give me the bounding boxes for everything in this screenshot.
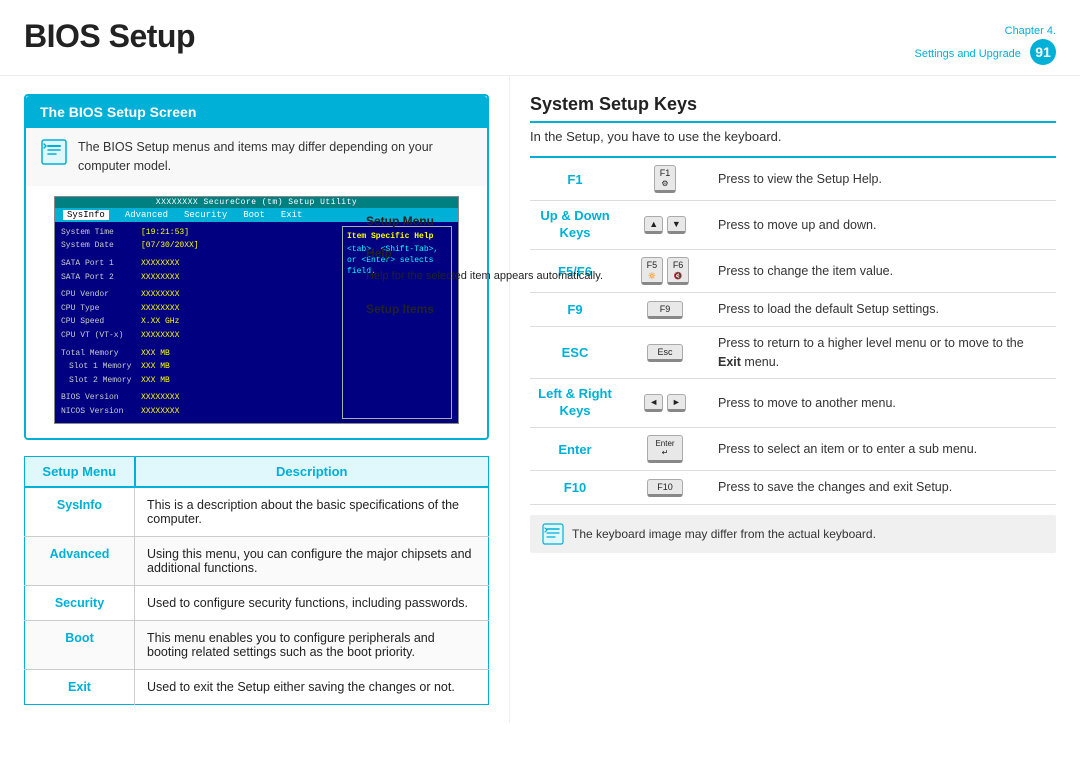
table-cell-desc: This menu enables you to configure perip… bbox=[135, 620, 489, 669]
key-name-cell: F1 bbox=[530, 157, 620, 201]
bottom-note-text: The keyboard image may differ from the a… bbox=[572, 527, 876, 541]
main-content: The BIOS Setup Screen The BIOS Setup men… bbox=[0, 76, 1080, 722]
bios-menu-exit: Exit bbox=[281, 210, 303, 220]
chapter-label: Chapter 4. bbox=[1005, 25, 1056, 37]
bottom-note-icon bbox=[542, 523, 564, 545]
bios-menu-sysinfo: SysInfo bbox=[63, 210, 109, 220]
right-column: System Setup Keys In the Setup, you have… bbox=[510, 76, 1080, 722]
esc-key-btn: Esc bbox=[647, 344, 683, 362]
bios-note: The BIOS Setup menus and items may diffe… bbox=[26, 128, 487, 186]
key-desc-cell: Press to load the default Setup settings… bbox=[710, 293, 1056, 327]
callout-help-desc: Help for the selected item appears autom… bbox=[366, 270, 603, 282]
keys-table-row: Up & Down Keys▲ ▼Press to move up and do… bbox=[530, 201, 1056, 250]
bottom-note: The keyboard image may differ from the a… bbox=[530, 515, 1056, 553]
table-row: SysInfoThis is a description about the b… bbox=[25, 487, 489, 537]
key-desc-cell: Press to select an item or to enter a su… bbox=[710, 428, 1056, 471]
table-row: AdvancedUsing this menu, you can configu… bbox=[25, 536, 489, 585]
key-name-cell: ESC bbox=[530, 326, 620, 379]
down-key-btn: ▼ bbox=[667, 216, 686, 234]
key-icon-cell: F9 bbox=[620, 293, 710, 327]
table-cell-menu: SysInfo bbox=[25, 487, 135, 537]
key-desc-cell: Press to move to another menu. bbox=[710, 379, 1056, 428]
keys-table-row: F9F9Press to load the default Setup sett… bbox=[530, 293, 1056, 327]
keys-table-row: F5/F6F5🔅 F6🔇Press to change the item val… bbox=[530, 250, 1056, 293]
bios-menu-security: Security bbox=[184, 210, 227, 220]
right-key-btn: ► bbox=[667, 394, 686, 412]
note-text: The BIOS Setup menus and items may diffe… bbox=[78, 138, 473, 176]
table-cell-menu: Exit bbox=[25, 669, 135, 704]
key-name-cell: Enter bbox=[530, 428, 620, 471]
left-column: The BIOS Setup Screen The BIOS Setup men… bbox=[0, 76, 510, 722]
callout-setup-menu: Setup Menu bbox=[366, 214, 603, 228]
key-icon-cell: Esc bbox=[620, 326, 710, 379]
key-icon-cell: F5🔅 F6🔇 bbox=[620, 250, 710, 293]
page-header: BIOS Setup Chapter 4. Settings and Upgra… bbox=[0, 0, 1080, 76]
callout-help: Help bbox=[366, 246, 603, 260]
left-key-btn: ◄ bbox=[644, 394, 663, 412]
table-cell-menu: Advanced bbox=[25, 536, 135, 585]
callout-setup-items: Setup Items bbox=[366, 302, 603, 316]
f5-key-btn: F5🔅 bbox=[641, 257, 664, 285]
key-icon-cell: F1⚙ bbox=[620, 157, 710, 201]
table-col-menu: Setup Menu bbox=[25, 456, 135, 487]
f9-key-btn: F9 bbox=[647, 301, 683, 319]
note-icon bbox=[40, 138, 68, 166]
bios-mockup-container: XXXXXXXX SecureCore (tm) Setup Utility S… bbox=[40, 196, 473, 424]
table-cell-desc: This is a description about the basic sp… bbox=[135, 487, 489, 537]
key-desc-cell: Press to move up and down. bbox=[710, 201, 1056, 250]
keys-table-row: F1 F1⚙ Press to view the Setup Help. bbox=[530, 157, 1056, 201]
f10-key-btn: F10 bbox=[647, 479, 683, 497]
f1-key-btn: F1⚙ bbox=[654, 165, 677, 193]
bios-callouts: Setup Menu Help Help for the selected it… bbox=[366, 214, 603, 316]
key-name-cell: Left & Right Keys bbox=[530, 379, 620, 428]
up-key-btn: ▲ bbox=[644, 216, 663, 234]
keys-table-row: F10 F10 Press to save the changes and exit… bbox=[530, 471, 1056, 505]
keys-table: F1 F1⚙ Press to view the Setup Help.Up & D… bbox=[530, 156, 1056, 505]
table-cell-menu: Security bbox=[25, 585, 135, 620]
f6-key-btn: F6🔇 bbox=[667, 257, 690, 285]
key-icon-cell: F10 bbox=[620, 471, 710, 505]
table-col-desc: Description bbox=[135, 456, 489, 487]
key-icon-cell: ▲ ▼ bbox=[620, 201, 710, 250]
keys-table-row: Enter Enter↵ Press to select an item or to… bbox=[530, 428, 1056, 471]
keys-table-row: Left & Right Keys◄ ►Press to move to ano… bbox=[530, 379, 1056, 428]
key-desc-cell: Press to change the item value. bbox=[710, 250, 1056, 293]
setup-menu-table: Setup Menu Description SysInfoThis is a … bbox=[24, 456, 489, 705]
page-number: 91 bbox=[1030, 39, 1056, 65]
bios-setup-screen-section: The BIOS Setup Screen The BIOS Setup men… bbox=[24, 94, 489, 439]
system-setup-keys-title: System Setup Keys bbox=[530, 94, 1056, 123]
table-cell-desc: Using this menu, you can configure the m… bbox=[135, 536, 489, 585]
bios-title-bar: XXXXXXXX SecureCore (tm) Setup Utility bbox=[55, 197, 458, 208]
key-desc-cell: Press to view the Setup Help. bbox=[710, 157, 1056, 201]
key-icon-cell: ◄ ► bbox=[620, 379, 710, 428]
page-title: BIOS Setup bbox=[24, 18, 195, 55]
table-row: SecurityUsed to configure security funct… bbox=[25, 585, 489, 620]
table-cell-desc: Used to exit the Setup either saving the… bbox=[135, 669, 489, 704]
key-desc-cell: Press to return to a higher level menu o… bbox=[710, 326, 1056, 379]
intro-text: In the Setup, you have to use the keyboa… bbox=[530, 129, 1056, 144]
keys-table-row: ESC Esc Press to return to a higher level … bbox=[530, 326, 1056, 379]
table-row: BootThis menu enables you to configure p… bbox=[25, 620, 489, 669]
table-row: ExitUsed to exit the Setup either saving… bbox=[25, 669, 489, 704]
chapter-sub: Settings and Upgrade bbox=[915, 48, 1021, 60]
bios-menu-boot: Boot bbox=[243, 210, 265, 220]
enter-key-btn: Enter↵ bbox=[647, 435, 683, 463]
bios-items-list: System Time[19:21:53] System Date[07/30/… bbox=[61, 226, 342, 419]
chapter-info: Chapter 4. Settings and Upgrade 91 bbox=[915, 18, 1056, 65]
key-name-cell: F10 bbox=[530, 471, 620, 505]
key-icon-cell: Enter↵ bbox=[620, 428, 710, 471]
bios-menu-advanced: Advanced bbox=[125, 210, 168, 220]
bios-section-header: The BIOS Setup Screen bbox=[26, 96, 487, 128]
table-cell-menu: Boot bbox=[25, 620, 135, 669]
table-cell-desc: Used to configure security functions, in… bbox=[135, 585, 489, 620]
key-desc-cell: Press to save the changes and exit Setup… bbox=[710, 471, 1056, 505]
